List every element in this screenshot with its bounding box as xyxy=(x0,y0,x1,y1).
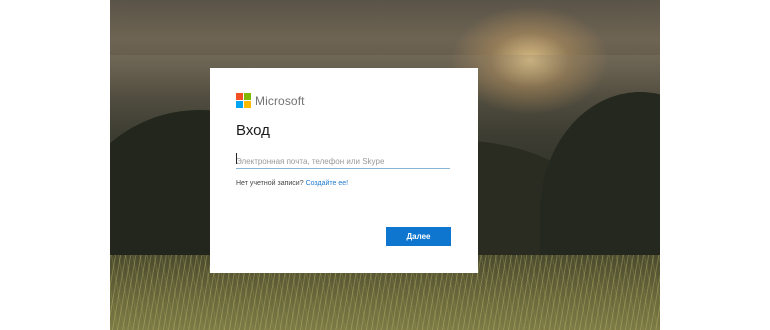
signin-card: Microsoft Вход Нет учетной записи? Созда… xyxy=(210,68,478,273)
create-account-link[interactable]: Создайте ее! xyxy=(306,180,349,187)
text-caret xyxy=(236,153,237,164)
page-title: Вход xyxy=(236,122,270,139)
brand-name: Microsoft xyxy=(255,93,305,108)
email-field[interactable] xyxy=(236,153,450,170)
logo-square-red xyxy=(236,93,243,100)
logo-square-blue xyxy=(236,101,243,108)
logo-square-green xyxy=(244,93,251,100)
email-field-wrapper xyxy=(236,151,450,170)
windows-logo-icon xyxy=(236,93,251,108)
next-button[interactable]: Далее xyxy=(386,227,451,246)
microsoft-logo: Microsoft xyxy=(236,93,305,108)
no-account-row: Нет учетной записи? Создайте ее! xyxy=(236,180,348,187)
no-account-text: Нет учетной записи? xyxy=(236,180,304,187)
logo-square-yellow xyxy=(244,101,251,108)
